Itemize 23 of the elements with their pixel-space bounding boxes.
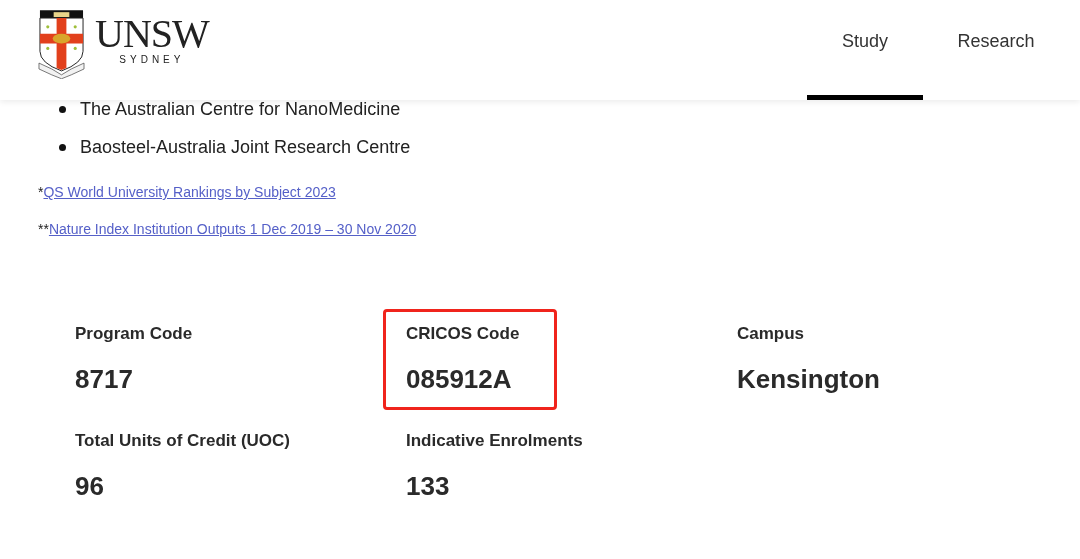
footnote-link[interactable]: Nature Index Institution Outputs 1 Dec 2019 – 30 Nov 2020 [48,221,417,237]
stat-value: Kensington [737,363,881,396]
bullet-icon [59,105,66,113]
stat-label: Campus [737,323,806,345]
nav-tab[interactable]: Research [938,0,1054,100]
nav-tab[interactable]: Study [807,0,923,100]
stat-value: 133 [406,470,451,503]
footnote-marker: ** [38,221,49,237]
crest-drawing [38,8,85,79]
stat-value: 085912A [406,363,513,396]
list-item-text: Baosteel-Australia Joint Research Centre [80,136,411,158]
footnote-link[interactable]: QS World University Rankings by Subject 2023 [43,184,336,200]
logo-wordmark: UNSW [95,16,209,52]
stat-label: CRICOS Code [406,323,521,345]
stat-value: 96 [75,470,105,503]
logo-subtitle: SYDNEY [119,54,185,66]
footnote-marker: * [38,184,44,200]
stat-label: Program Code [75,323,194,345]
stat-label: Indicative Enrolments [406,430,584,452]
bullet-icon [59,143,66,151]
stat-label: Total Units of Credit (UOC) [75,430,291,452]
list-item-text: The Australian Centre for NanoMedicine [80,98,401,120]
stat-value: 8717 [75,363,134,396]
